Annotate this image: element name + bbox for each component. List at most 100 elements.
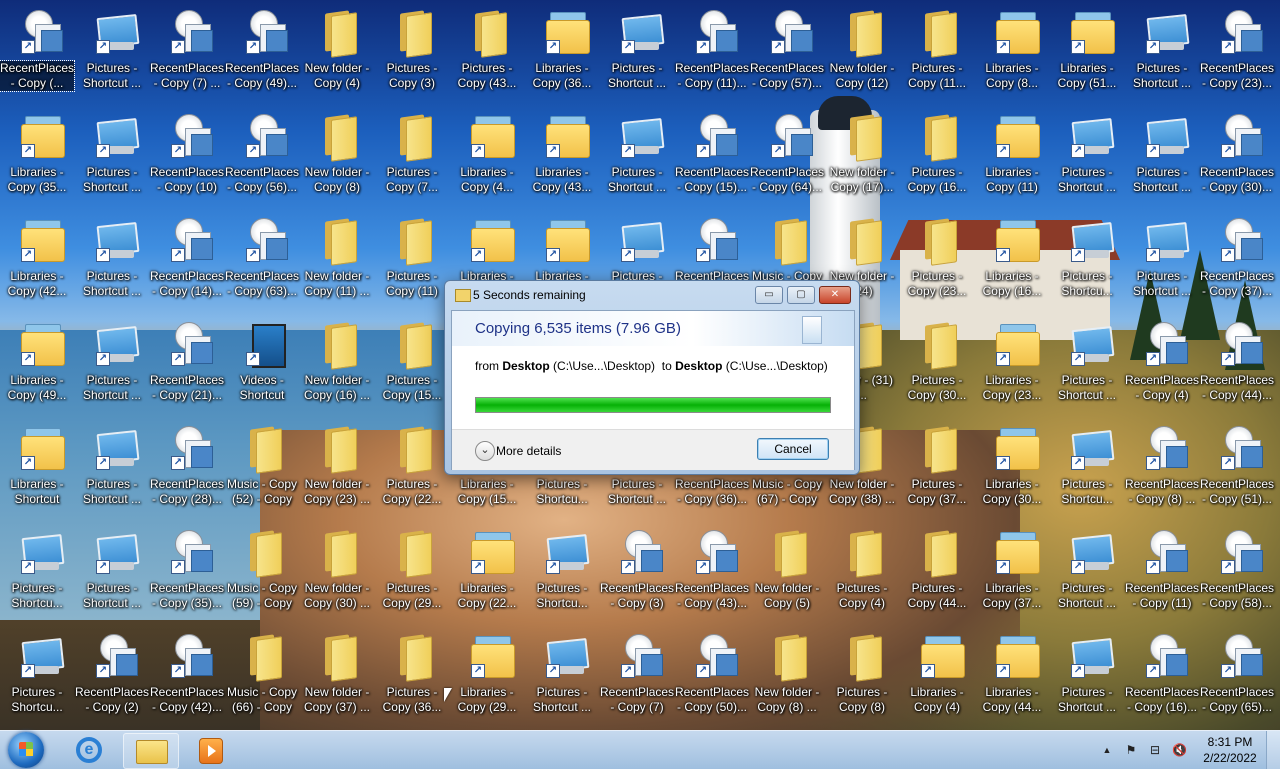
desktop-icon[interactable]: New folder - Copy (5) xyxy=(750,524,824,620)
volume-muted-icon[interactable]: 🔇 xyxy=(1172,743,1187,757)
desktop-icon[interactable]: ↗ Libraries - Copy (16... xyxy=(975,212,1049,308)
desktop-icon[interactable]: Pictures - Copy (44... xyxy=(900,524,974,620)
desktop-icon[interactable]: ↗ Libraries - Copy (49... xyxy=(0,316,74,412)
desktop-icon[interactable]: ↗ Pictures - Shortcut ... xyxy=(525,628,599,724)
desktop-icon[interactable]: ↗ RecentPlaces - Copy (8) ... xyxy=(1125,420,1199,516)
desktop-icon[interactable]: New folder - Copy (8) xyxy=(300,108,374,204)
desktop-icon[interactable]: ↗ RecentPlaces - Copy (11) xyxy=(1125,524,1199,620)
desktop-icon[interactable]: ↗ Libraries - Copy (4) xyxy=(900,628,974,724)
desktop-icon[interactable]: ↗ Pictures - Shortcut ... xyxy=(75,108,149,204)
desktop-icon[interactable]: Pictures - Copy (36... xyxy=(375,628,449,724)
desktop-icon[interactable]: New folder - Copy (30) ... xyxy=(300,524,374,620)
desktop-icon[interactable]: ↗ RecentPlaces - Copy (2) xyxy=(75,628,149,724)
desktop-icon[interactable]: Pictures - Copy (16... xyxy=(900,108,974,204)
desktop-icon[interactable]: ↗ Pictures - Shortcut ... xyxy=(1050,108,1124,204)
desktop-icon[interactable]: ↗ Pictures - Shortcu... xyxy=(1050,212,1124,308)
desktop-icon[interactable]: New folder - Copy (37) ... xyxy=(300,628,374,724)
desktop-icon[interactable]: Pictures - Copy (15... xyxy=(375,316,449,412)
desktop-icon[interactable]: ↗ RecentPlaces - Copy (... xyxy=(0,4,75,100)
desktop-icon[interactable]: ↗ Videos - Shortcut xyxy=(225,316,299,412)
desktop-icon[interactable]: ↗ RecentPlaces - Copy (64)... xyxy=(750,108,824,204)
desktop-icon[interactable]: ↗ Pictures - Shortcut ... xyxy=(600,108,674,204)
desktop-icon[interactable]: ↗ Pictures - Shortcu... xyxy=(525,524,599,620)
desktop-icon[interactable]: ↗ Libraries - Copy (51... xyxy=(1050,4,1124,100)
desktop-icon[interactable]: ↗ Pictures - Shortcu... xyxy=(1050,420,1124,516)
desktop-icon[interactable]: Music - Copy (52) - Copy xyxy=(225,420,299,516)
desktop-icon[interactable]: ↗ RecentPlaces - Copy (58)... xyxy=(1200,524,1274,620)
desktop-icon[interactable]: ↗ RecentPlaces - Copy (56)... xyxy=(225,108,299,204)
desktop-icon[interactable]: New folder - Copy (8) ... xyxy=(750,628,824,724)
desktop-icon[interactable]: Pictures - Copy (30... xyxy=(900,316,974,412)
network-icon[interactable]: ⊟ xyxy=(1148,743,1162,757)
desktop-icon[interactable]: ↗ RecentPlaces - Copy (50)... xyxy=(675,628,749,724)
show-hidden-icons-icon[interactable]: ▲ xyxy=(1100,743,1114,757)
desktop-icon[interactable]: ↗ Pictures - Shortcut ... xyxy=(75,524,149,620)
action-center-flag-icon[interactable]: ⚑ xyxy=(1124,743,1138,757)
desktop-icon[interactable]: ↗ Pictures - Shortcut ... xyxy=(1125,4,1199,100)
desktop-icon[interactable]: ↗ Libraries - Copy (30... xyxy=(975,420,1049,516)
desktop-icon[interactable]: New folder - Copy (23) ... xyxy=(300,420,374,516)
desktop-icon[interactable]: ↗ RecentPlaces - Copy (7) xyxy=(600,628,674,724)
taskbar-media-player[interactable] xyxy=(184,733,238,767)
desktop-icon[interactable]: Pictures - Copy (23... xyxy=(900,212,974,308)
desktop-icon[interactable]: ↗ RecentPlaces - Copy (21)... xyxy=(150,316,224,412)
desktop-icon[interactable]: ↗ Pictures - Shortcut ... xyxy=(1050,524,1124,620)
chevron-down-icon[interactable]: ⌄ xyxy=(475,441,495,461)
desktop-icon[interactable]: ↗ RecentPlaces - Copy (30)... xyxy=(1200,108,1274,204)
desktop-icon[interactable]: Pictures - Copy (37... xyxy=(900,420,974,516)
desktop-icon[interactable]: ↗ Libraries - Copy (44... xyxy=(975,628,1049,724)
desktop-icon[interactable]: ↗ Pictures - Shortcut ... xyxy=(75,4,149,100)
desktop-icon[interactable]: ↗ Libraries - Copy (11) xyxy=(975,108,1049,204)
desktop-icon[interactable]: ↗ Libraries - Copy (23... xyxy=(975,316,1049,412)
desktop-icon[interactable]: New folder - Copy (12) xyxy=(825,4,899,100)
desktop-icon[interactable]: Pictures - Copy (7... xyxy=(375,108,449,204)
desktop-icon[interactable]: ↗ Libraries - Copy (36... xyxy=(525,4,599,100)
desktop-icon[interactable]: New folder - Copy (4) xyxy=(300,4,374,100)
desktop-icon[interactable]: ↗ Pictures - Shortcut ... xyxy=(75,420,149,516)
desktop-icon[interactable]: Pictures - Copy (29... xyxy=(375,524,449,620)
desktop-icon[interactable]: New folder - Copy (17)... xyxy=(825,108,899,204)
desktop-icon[interactable]: ↗ Libraries - Copy (35... xyxy=(0,108,74,204)
show-desktop-button[interactable] xyxy=(1266,731,1280,769)
desktop-icon[interactable]: Pictures - Copy (3) xyxy=(375,4,449,100)
desktop-icon[interactable]: ↗ RecentPlaces - Copy (42)... xyxy=(150,628,224,724)
desktop-icon[interactable]: ↗ RecentPlaces - Copy (7) ... xyxy=(150,4,224,100)
desktop-icon[interactable]: ↗ RecentPlaces - Copy (28)... xyxy=(150,420,224,516)
desktop-icon[interactable]: ↗ Pictures - Shortcut ... xyxy=(75,212,149,308)
desktop-icon[interactable]: ↗ RecentPlaces - Copy (51)... xyxy=(1200,420,1274,516)
desktop-icon[interactable]: Pictures - Copy (43... xyxy=(450,4,524,100)
taskbar-internet-explorer[interactable]: e xyxy=(62,733,116,767)
desktop-icon[interactable]: ↗ RecentPlaces - Copy (23)... xyxy=(1200,4,1274,100)
desktop-icon[interactable]: ↗ RecentPlaces - Copy (14)... xyxy=(150,212,224,308)
desktop-icon[interactable]: ↗ RecentPlaces - Copy (65)... xyxy=(1200,628,1274,724)
taskbar-windows-explorer[interactable] xyxy=(123,733,179,769)
desktop-icon[interactable]: ↗ Libraries - Copy (42... xyxy=(0,212,74,308)
desktop-icon[interactable]: ↗ RecentPlaces - Copy (4) xyxy=(1125,316,1199,412)
desktop-icon[interactable]: ↗ RecentPlaces - Copy (3) xyxy=(600,524,674,620)
desktop-icon[interactable]: ↗ RecentPlaces - Copy (10) xyxy=(150,108,224,204)
desktop-icon[interactable]: New folder - Copy (11) ... xyxy=(300,212,374,308)
desktop-icon[interactable]: ↗ RecentPlaces - Copy (16)... xyxy=(1125,628,1199,724)
desktop-icon[interactable]: ↗ Libraries - Copy (29... xyxy=(450,628,524,724)
desktop-icon[interactable]: ↗ Libraries - Copy (22... xyxy=(450,524,524,620)
desktop-icon[interactable]: Music - Copy (59) - Copy xyxy=(225,524,299,620)
desktop-icon[interactable]: ↗ Libraries - Shortcut xyxy=(0,420,74,516)
desktop-icon[interactable]: ↗ Libraries - Copy (43... xyxy=(525,108,599,204)
desktop-icon[interactable]: ↗ Pictures - Shortcut ... xyxy=(1125,212,1199,308)
desktop-icon[interactable]: ↗ RecentPlaces - Copy (11)... xyxy=(675,4,749,100)
more-details-link[interactable]: More details xyxy=(496,444,561,458)
desktop-icon[interactable]: ↗ RecentPlaces - Copy (35)... xyxy=(150,524,224,620)
desktop-icon[interactable]: Pictures - Copy (11... xyxy=(900,4,974,100)
desktop-icon[interactable]: Pictures - Copy (11) xyxy=(375,212,449,308)
clock-date[interactable]: 2/22/2022 xyxy=(1200,751,1260,765)
desktop-icon[interactable]: Music - Copy (66) - Copy xyxy=(225,628,299,724)
desktop-icon[interactable]: New folder - Copy (16) ... xyxy=(300,316,374,412)
desktop-icon[interactable]: ↗ Libraries - Copy (37... xyxy=(975,524,1049,620)
desktop-icon[interactable]: ↗ Libraries - Copy (4... xyxy=(450,108,524,204)
close-button[interactable]: ✕ xyxy=(819,286,851,304)
desktop-icon[interactable]: ↗ Pictures - Shortcut ... xyxy=(1050,316,1124,412)
desktop-icon[interactable]: ↗ Pictures - Shortcu... xyxy=(0,628,74,724)
desktop-icon[interactable]: ↗ RecentPlaces - Copy (49)... xyxy=(225,4,299,100)
cancel-button[interactable]: Cancel xyxy=(757,438,829,460)
desktop-icon[interactable]: ↗ RecentPlaces - Copy (44)... xyxy=(1200,316,1274,412)
